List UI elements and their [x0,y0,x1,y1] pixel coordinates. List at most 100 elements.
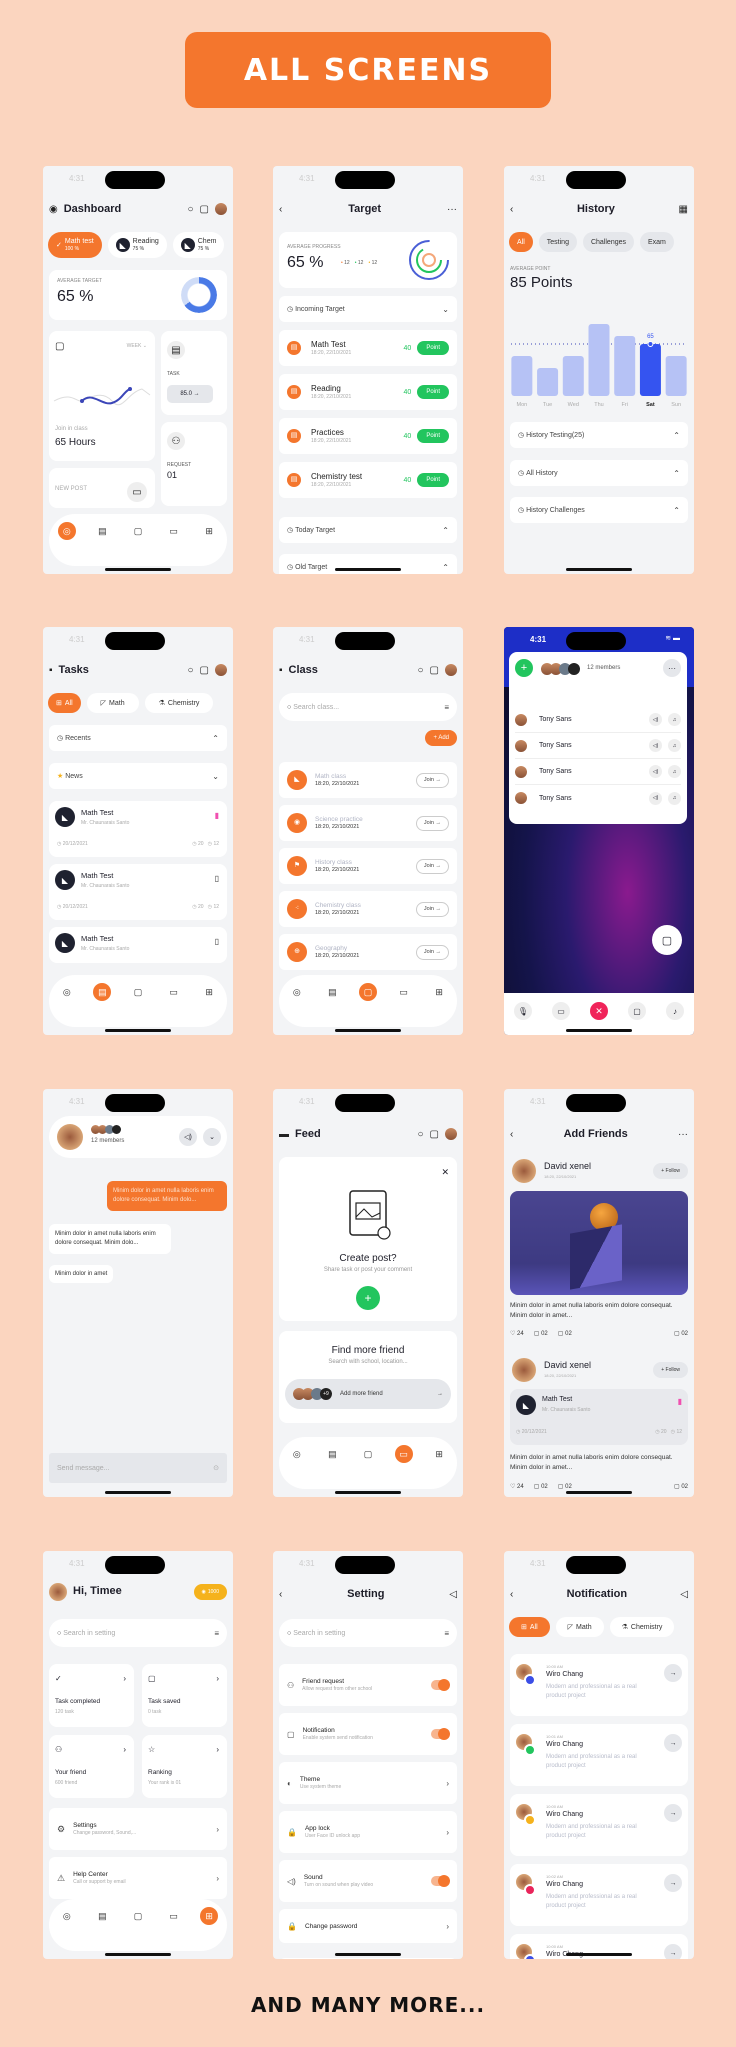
speaker-icon[interactable]: ◁) [649,739,662,752]
search-class-input[interactable]: ○ Search class... ≡ [279,693,457,721]
nav-class-icon[interactable]: ▢ [358,983,377,1001]
close-icon[interactable]: ✕ [441,1167,449,1178]
chip-math-test[interactable]: ✓ Math test 100 % [48,232,102,258]
setting-item[interactable]: 🔒 App lock User Face ID unlock app › [279,1811,457,1853]
nav-dashboard-icon[interactable]: ◎ [58,1907,76,1925]
nav-feed-icon[interactable]: ▭ [165,983,183,1001]
open-button[interactable]: → [664,1944,682,1959]
class-item[interactable]: ◣ Math class 18:20, 22/10/2021 Join → [279,762,457,798]
share-count[interactable]: ▢ 02 [558,1330,572,1337]
tab-challenges[interactable]: Challenges [582,232,634,252]
filter-icon[interactable]: ≡ [444,1629,449,1638]
participant-row[interactable]: Tony Sans ◁) ♫ [515,707,681,733]
add-friend-button[interactable]: +9 Add more friend → [285,1379,451,1409]
history-challenges-row[interactable]: ◷ History Challenges ⌃ [510,497,688,523]
add-member-button[interactable]: + [515,659,533,677]
participant-row[interactable]: Tony Sans ◁) ♫ [515,759,681,785]
chip-chemistry[interactable]: ◣ Chem 75 % [172,232,225,258]
filter-icon[interactable]: ≡ [214,1629,219,1638]
nav-menu-icon[interactable]: ⊞ [430,983,448,1001]
nav-dashboard-icon[interactable]: ◎ [288,1445,306,1463]
join-button[interactable]: Join → [415,772,449,788]
bar-sun[interactable] [665,356,687,396]
nav-menu-icon[interactable]: ⊞ [200,1907,219,1925]
comment-count[interactable]: ▢ 02 [534,1330,548,1337]
task-item[interactable]: ◣ Math Test Mr. Chaunarais Santo ▯ ◷ 20/… [49,864,227,920]
task-item[interactable]: ◣ Math Test Mr. Chaunarais Santo ▯ [49,927,227,963]
notification-item[interactable]: 10:00 AM Wiro Chang Modern and professio… [510,1794,688,1856]
filter-chemistry[interactable]: ⚗ Chemistry [609,1617,675,1637]
point-button[interactable]: Point [417,385,449,399]
mic-button[interactable]: 🎙 [514,1002,532,1020]
like-count[interactable]: ♡ 24 [510,1330,524,1337]
join-button[interactable]: Join → [415,944,449,960]
toggle-switch[interactable] [431,1728,450,1740]
old-target-row[interactable]: ◷ Old Target ⌃ [279,554,457,574]
like-count[interactable]: ♡ 24 [510,1483,524,1490]
target-item[interactable]: ▤ Reading 18:20, 22/10/2021 40 Point [279,374,457,410]
bar-mon[interactable] [511,356,533,396]
author-avatar[interactable] [512,1358,536,1382]
message-input[interactable]: Send message... ⊙ [49,1453,227,1483]
nav-feed-icon[interactable]: ▭ [395,983,413,1001]
author-avatar[interactable] [512,1159,536,1183]
nav-tasks-icon[interactable]: ▤ [93,983,112,1001]
speaker-icon[interactable]: ◁) [649,713,662,726]
nav-feed-icon[interactable]: ▭ [165,522,183,540]
target-item[interactable]: ▤ Math Test 18:20, 22/10/2021 40 Point [279,330,457,366]
profile-tile[interactable]: ⚇ › Your friend 600 friend [49,1735,134,1798]
speaker-icon[interactable]: ◁) [649,791,662,805]
setting-item[interactable]: ◐ Theme Use system theme › [279,1762,457,1804]
history-testing-row[interactable]: ◷ History Testing(25) ⌃ [510,422,688,448]
calendar-icon[interactable]: ▦ [679,204,688,215]
nav-feed-icon[interactable]: ▭ [394,1445,413,1463]
filter-math[interactable]: ◸ Math [86,693,139,713]
bar-tue[interactable] [537,368,559,396]
nav-dashboard-icon[interactable]: ◎ [58,983,76,1001]
save-count[interactable]: ▢ 02 [674,1483,688,1490]
point-button[interactable]: Point [417,473,449,487]
bar-thu[interactable] [588,324,610,396]
task-button[interactable]: 85.0 → [167,385,213,403]
bookmark-icon[interactable]: ▮ [678,1397,682,1406]
chat-icon[interactable]: ▢ [430,1129,439,1140]
search-icon[interactable]: ○ [418,665,424,676]
nav-tasks-icon[interactable]: ▤ [323,983,341,1001]
chat-bubble-button[interactable]: ▢ [652,925,682,955]
join-button[interactable]: Join → [415,815,449,831]
join-button[interactable]: Join → [415,858,449,874]
send-icon[interactable]: ◁ [680,1589,688,1600]
chat-icon[interactable]: ▢ [200,665,209,676]
search-icon[interactable]: ○ [188,204,194,215]
send-icon[interactable]: ⊙ [213,1464,219,1472]
avatar[interactable] [445,1128,457,1140]
speaker-button[interactable]: ♪ [666,1002,684,1020]
profile-tile[interactable]: ✓ › Task completed 120 task [49,1664,134,1727]
nav-dashboard-icon[interactable]: ◎ [57,522,76,540]
profile-row[interactable]: ⚠ Help Center Call or support by email › [49,1857,227,1899]
avatar[interactable] [215,664,227,676]
setting-item[interactable]: ◁) Sound Turn on sound when play video [279,1860,457,1902]
chat-icon[interactable]: ▢ [430,665,439,676]
nav-feed-icon[interactable]: ▭ [165,1907,183,1925]
chip-reading[interactable]: ◣ Reading 75 % [107,232,167,258]
chevron-down-button[interactable]: ⌄ [203,1128,221,1146]
nav-dashboard-icon[interactable]: ◎ [288,983,306,1001]
class-item[interactable]: ⊕ Geography 18:20, 22/10/2021 Join → [279,934,457,970]
setting-item[interactable]: ▢ Notification Enable system send notific… [279,1713,457,1755]
mic-icon[interactable]: ♫ [668,739,681,752]
speaker-icon[interactable]: ◁) [649,765,662,778]
comment-count[interactable]: ▢ 02 [534,1483,548,1490]
nav-menu-icon[interactable]: ⊞ [200,983,218,1001]
nav-class-icon[interactable]: ▢ [129,983,147,1001]
participant-row[interactable]: Tony Sans ◁) ♫ [515,733,681,759]
filter-math[interactable]: ◸ Math [555,1617,604,1637]
incoming-target-row[interactable]: ◷ Incoming Target ⌄ [279,296,457,322]
user-avatar[interactable] [49,1583,67,1601]
target-item[interactable]: ▤ Chemistry test 18:20, 22/10/2021 40 Poi… [279,462,457,498]
nav-tasks-icon[interactable]: ▤ [93,1907,111,1925]
mic-icon[interactable]: ♫ [668,791,681,805]
more-button[interactable]: ··· [663,659,681,677]
today-target-row[interactable]: ◷ Today Target ⌃ [279,517,457,543]
bar-sat[interactable] [639,344,661,396]
